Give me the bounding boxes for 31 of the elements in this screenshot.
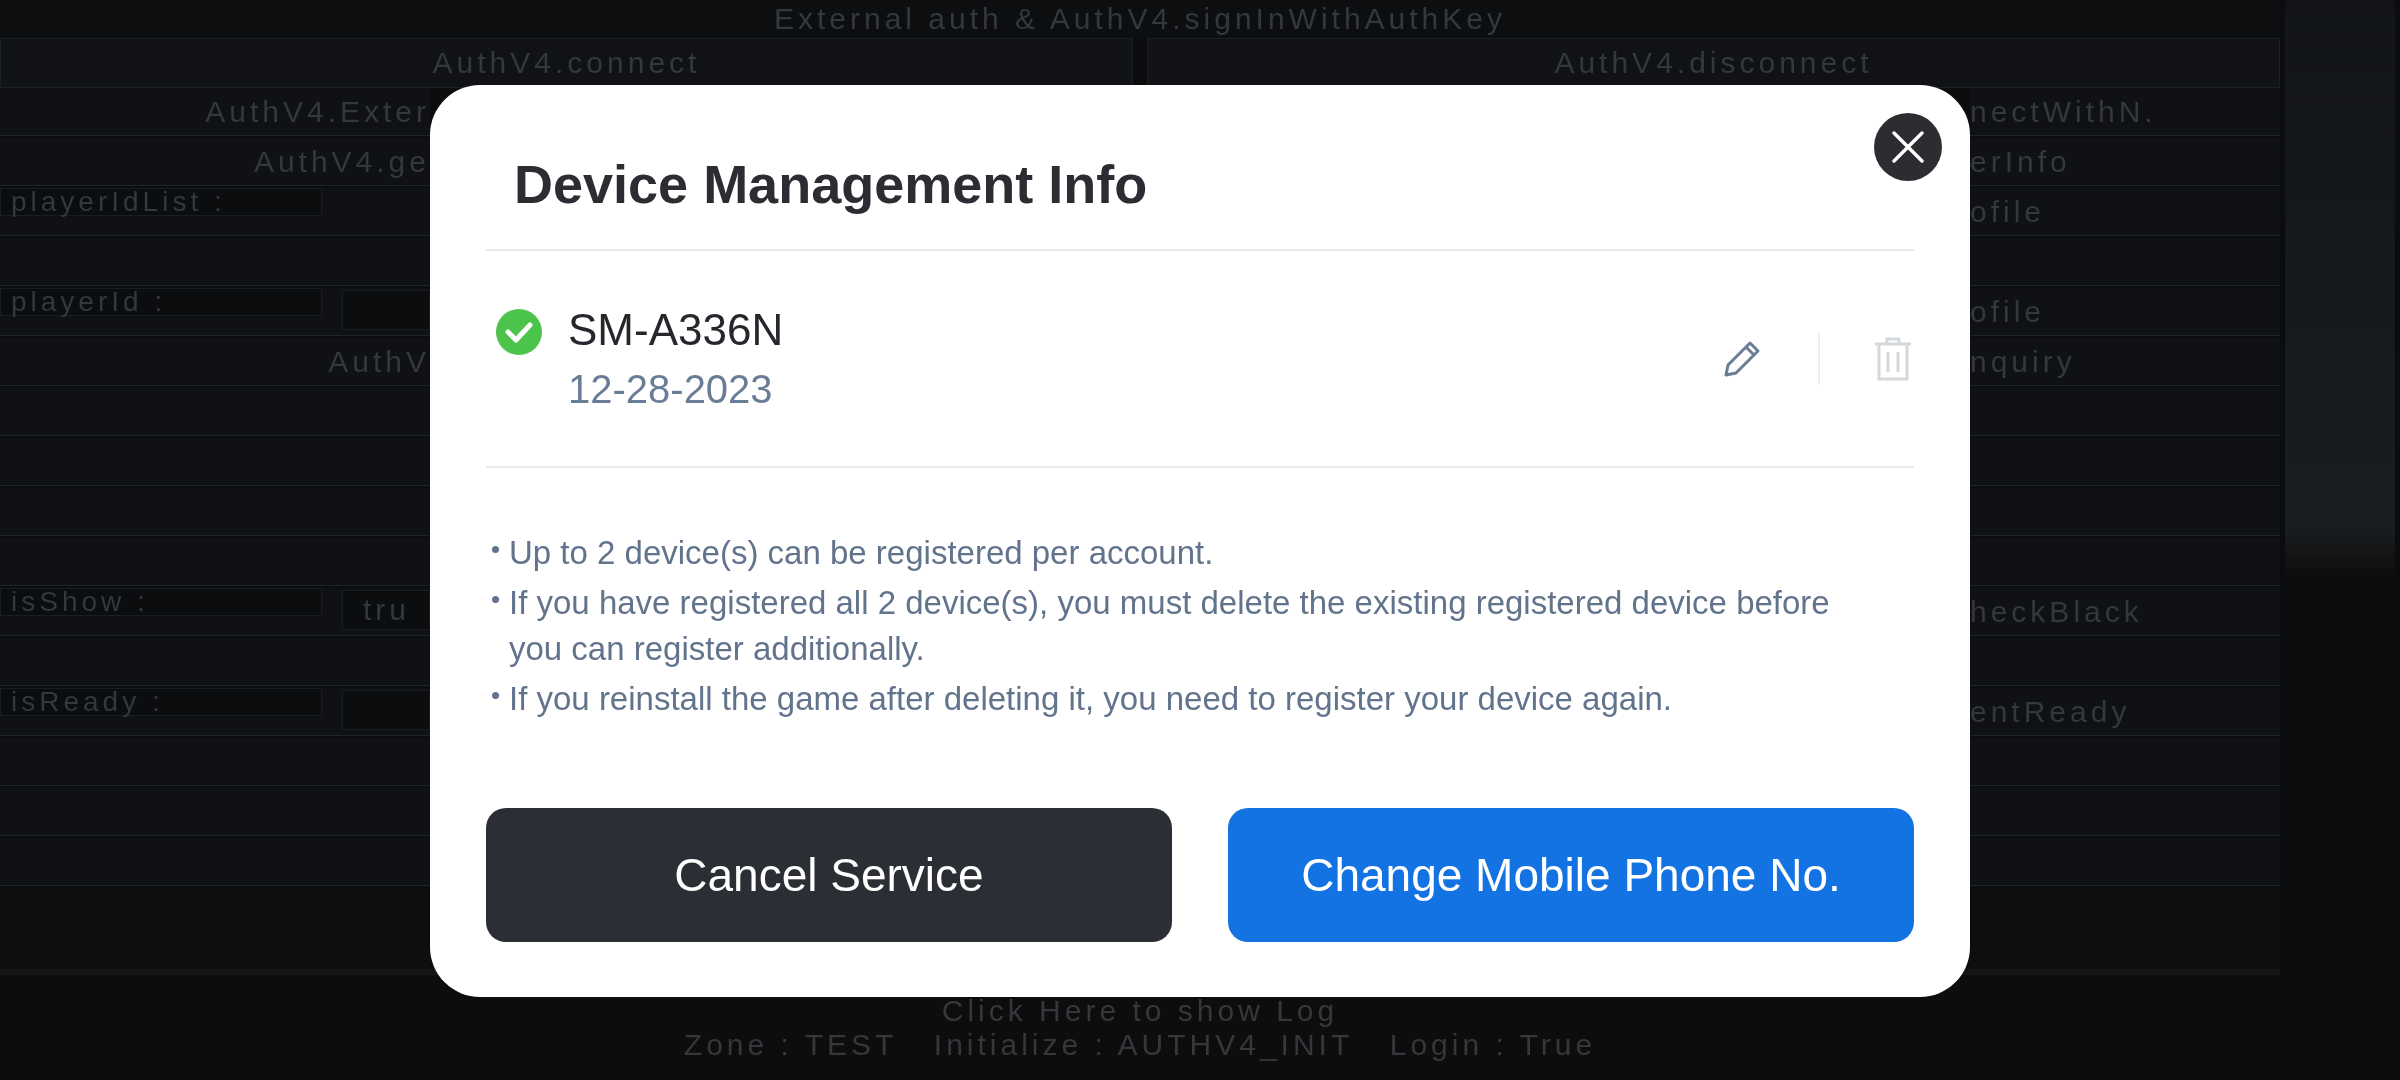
bullet-icon <box>492 546 499 553</box>
app-button[interactable] <box>0 838 430 886</box>
device-name: SM-A336N <box>568 305 785 355</box>
app-button[interactable] <box>0 788 430 836</box>
app-button[interactable] <box>1970 488 2280 536</box>
app-button[interactable] <box>1970 788 2280 836</box>
app-button[interactable] <box>1970 838 2280 886</box>
app-button[interactable] <box>0 488 430 536</box>
app-button[interactable] <box>1970 538 2280 586</box>
bullet-icon <box>492 692 499 699</box>
cancel-service-button[interactable]: Cancel Service <box>486 808 1172 942</box>
app-button[interactable] <box>0 388 430 436</box>
app-button[interactable] <box>1970 388 2280 436</box>
app-button[interactable] <box>0 238 430 286</box>
app-button[interactable] <box>0 538 430 586</box>
app-button[interactable] <box>1970 238 2280 286</box>
app-button[interactable] <box>1970 738 2280 786</box>
input-field[interactable] <box>342 290 430 330</box>
change-phone-button[interactable]: Change Mobile Phone No. <box>1228 808 1914 942</box>
app-button[interactable] <box>0 638 430 686</box>
note-text: If you have registered all 2 device(s), you must delete the existing registered device before you can register additionally. <box>509 583 1831 669</box>
app-button[interactable] <box>1970 638 2280 686</box>
app-button[interactable] <box>1970 438 2280 486</box>
bullet-icon <box>492 596 499 603</box>
app-button[interactable] <box>0 438 430 486</box>
close-icon <box>1890 129 1926 165</box>
note-text: If you reinstall the game after deleting it, you need to register your device again. <box>509 679 1672 719</box>
note-text: Up to 2 device(s) can be registered per account. <box>509 533 1214 573</box>
input-field[interactable] <box>342 690 430 730</box>
device-date: 12-28-2023 <box>568 367 774 412</box>
app-button[interactable] <box>0 738 430 786</box>
